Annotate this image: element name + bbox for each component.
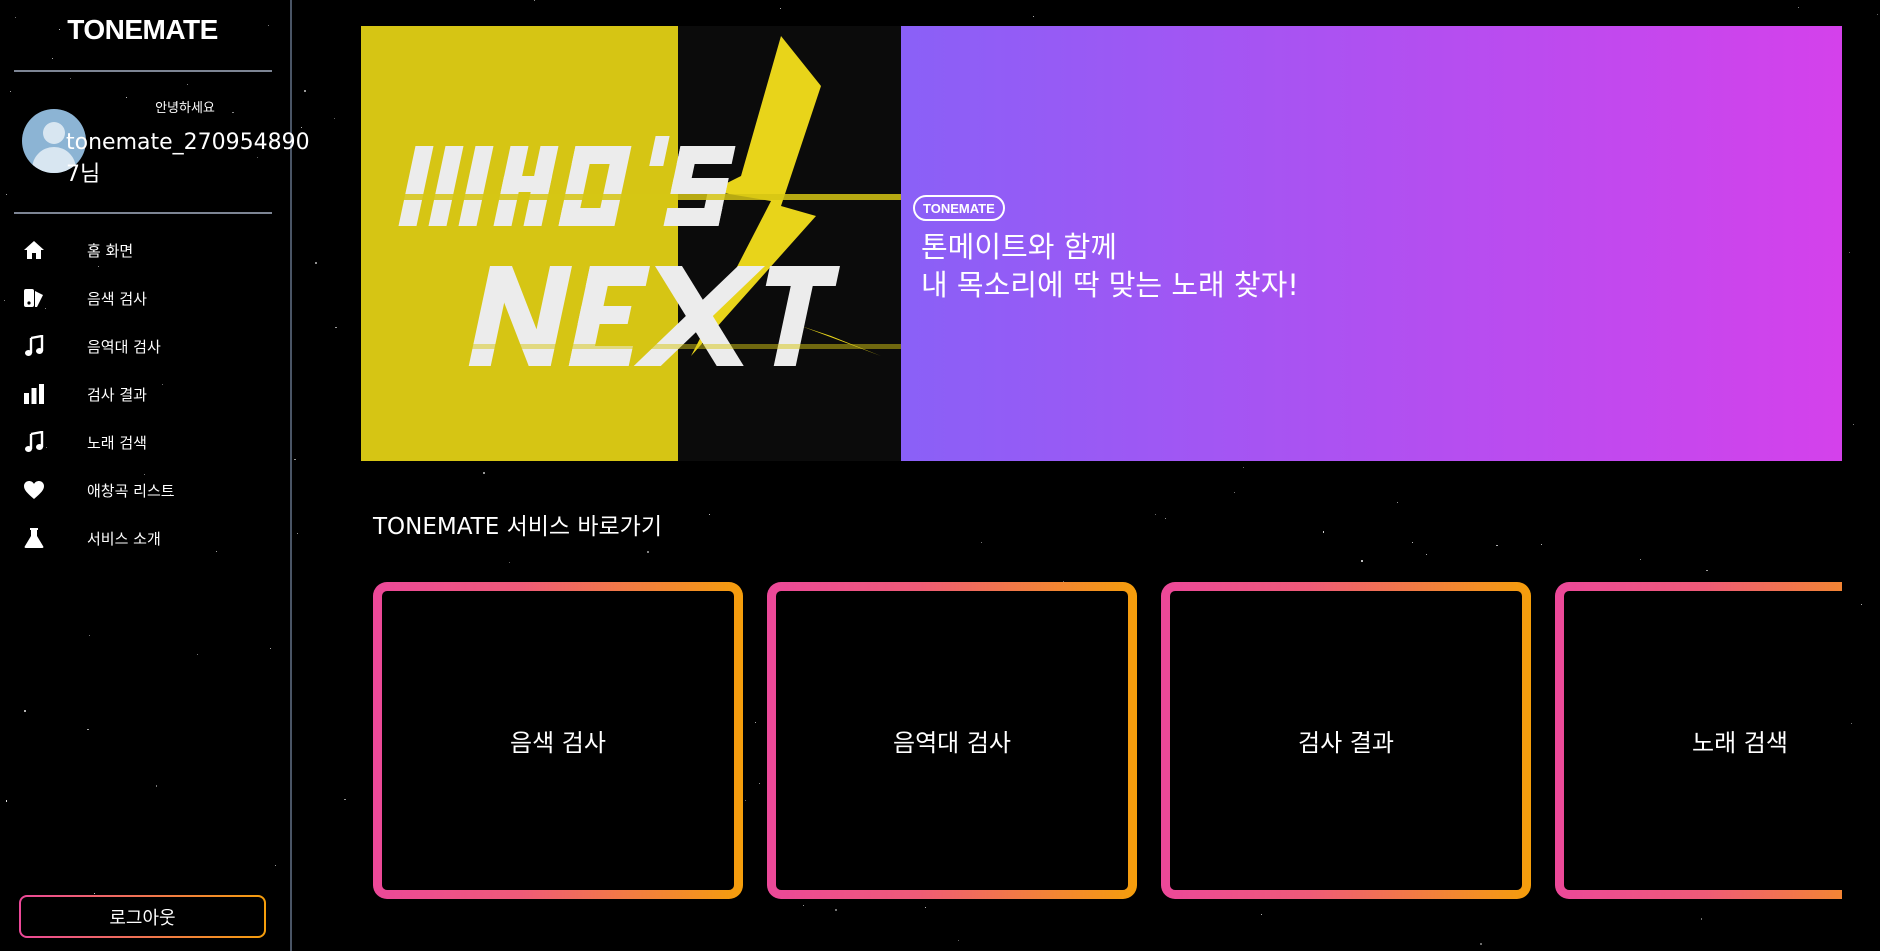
- bar-chart-icon: [22, 382, 46, 406]
- service-card-tone-test[interactable]: 음색 검사: [373, 582, 743, 899]
- star: [533, 0, 535, 2]
- star: [1426, 554, 1428, 556]
- service-card-song-search[interactable]: 노래 검색: [1555, 582, 1842, 899]
- divider: [14, 212, 272, 214]
- star: [981, 541, 983, 543]
- star: [1541, 544, 1543, 546]
- divider: [14, 70, 272, 72]
- star: [482, 472, 485, 475]
- star: [1850, 723, 1852, 725]
- music-note-icon: [22, 334, 46, 358]
- star: [1164, 517, 1166, 519]
- star: [1798, 6, 1800, 8]
- greeting-text: 안녕하세요: [155, 101, 215, 116]
- service-cards: 음색 검사 음역대 검사 검사 결과 노래 검색: [373, 582, 1842, 899]
- star: [509, 562, 511, 564]
- sidebar-item-song-search[interactable]: 노래 검색: [0, 418, 285, 466]
- sidebar-item-about[interactable]: 서비스 소개: [0, 514, 285, 562]
- sidebar-item-range-test[interactable]: 음역대 검사: [0, 322, 285, 370]
- sidebar-item-label: 서비스 소개: [87, 529, 161, 548]
- star: [779, 8, 781, 10]
- star: [1242, 467, 1244, 469]
- star: [314, 262, 317, 265]
- service-card-range-test[interactable]: 음역대 검사: [767, 582, 1137, 899]
- star: [297, 532, 299, 535]
- star: [1706, 569, 1708, 571]
- star: [1323, 531, 1325, 533]
- sidebar-item-home[interactable]: 홈 화면: [0, 226, 285, 274]
- star: [1853, 423, 1855, 425]
- service-card-results[interactable]: 검사 결과: [1161, 582, 1531, 899]
- star: [1849, 251, 1851, 253]
- star: [1639, 558, 1642, 560]
- sidebar-item-label: 노래 검색: [87, 433, 147, 452]
- star: [294, 459, 296, 461]
- star: [303, 90, 306, 93]
- banner-headline: 톤메이트와 함께 내 목소리에 딱 맞는 노래 찾자!: [921, 228, 1299, 304]
- services-section-title: TONEMATE 서비스 바로가기: [373, 514, 663, 540]
- sidebar-item-label: 홈 화면: [87, 241, 134, 260]
- sidebar-item-label: 음색 검사: [87, 289, 147, 308]
- sidebar-item-label: 애창곡 리스트: [87, 481, 175, 500]
- card-label: 음색 검사: [510, 729, 606, 757]
- whos-next-poster-image: [361, 36, 901, 366]
- sidebar-item-label: 음역대 검사: [87, 337, 161, 356]
- banner-poster-image: [361, 26, 901, 461]
- music-note-icon: [22, 430, 46, 454]
- star: [803, 905, 805, 907]
- banner-badge: TONEMATE: [913, 195, 1005, 221]
- star: [957, 939, 959, 941]
- star: [1877, 13, 1879, 15]
- logout-button[interactable]: 로그아웃: [19, 895, 266, 938]
- avatar-head: [43, 122, 65, 144]
- star: [646, 551, 649, 554]
- star: [1411, 542, 1414, 544]
- home-icon: [22, 238, 46, 262]
- star: [1154, 513, 1156, 516]
- hero-banner: TONEMATE 톤메이트와 함께 내 목소리에 딱 맞는 노래 찾자!: [901, 26, 1842, 461]
- sidebar: TONEMATE 안녕하세요 tonemate_2709548907님 홈 화면…: [0, 0, 310, 951]
- sidebar-nav: 홈 화면 음색 검사 음역대 검사 검사 결과 노래 검색 애창곡 리스트 서비…: [0, 226, 285, 562]
- star: [344, 798, 346, 800]
- card-label: 음역대 검사: [892, 729, 1012, 757]
- star: [1496, 544, 1498, 546]
- star: [334, 118, 336, 120]
- card-label: 검사 결과: [1298, 729, 1394, 757]
- star: [924, 907, 927, 909]
- flask-icon: [22, 526, 46, 550]
- star: [709, 513, 711, 515]
- username: tonemate_2709548907님: [66, 130, 310, 187]
- sidebar-item-tone-test[interactable]: 음색 검사: [0, 274, 285, 322]
- star: [1701, 918, 1703, 920]
- palette-icon: [22, 286, 46, 310]
- heart-icon: [22, 478, 46, 502]
- star: [1260, 913, 1262, 915]
- sidebar-item-favorites[interactable]: 애창곡 리스트: [0, 466, 285, 514]
- star: [1361, 559, 1363, 562]
- sidebar-item-results[interactable]: 검사 결과: [0, 370, 285, 418]
- star: [835, 908, 838, 911]
- card-label: 노래 검색: [1692, 729, 1788, 757]
- star: [1861, 604, 1863, 606]
- banner-line-2: 내 목소리에 딱 맞는 노래 찾자!: [921, 268, 1299, 302]
- sidebar-item-label: 검사 결과: [87, 385, 147, 404]
- star: [1480, 942, 1483, 945]
- app-logo[interactable]: TONEMATE: [0, 14, 285, 46]
- star: [335, 327, 337, 329]
- star: [1033, 15, 1035, 18]
- star: [1233, 492, 1235, 494]
- star: [1397, 501, 1399, 503]
- banner-line-1: 톤메이트와 함께: [921, 230, 1117, 264]
